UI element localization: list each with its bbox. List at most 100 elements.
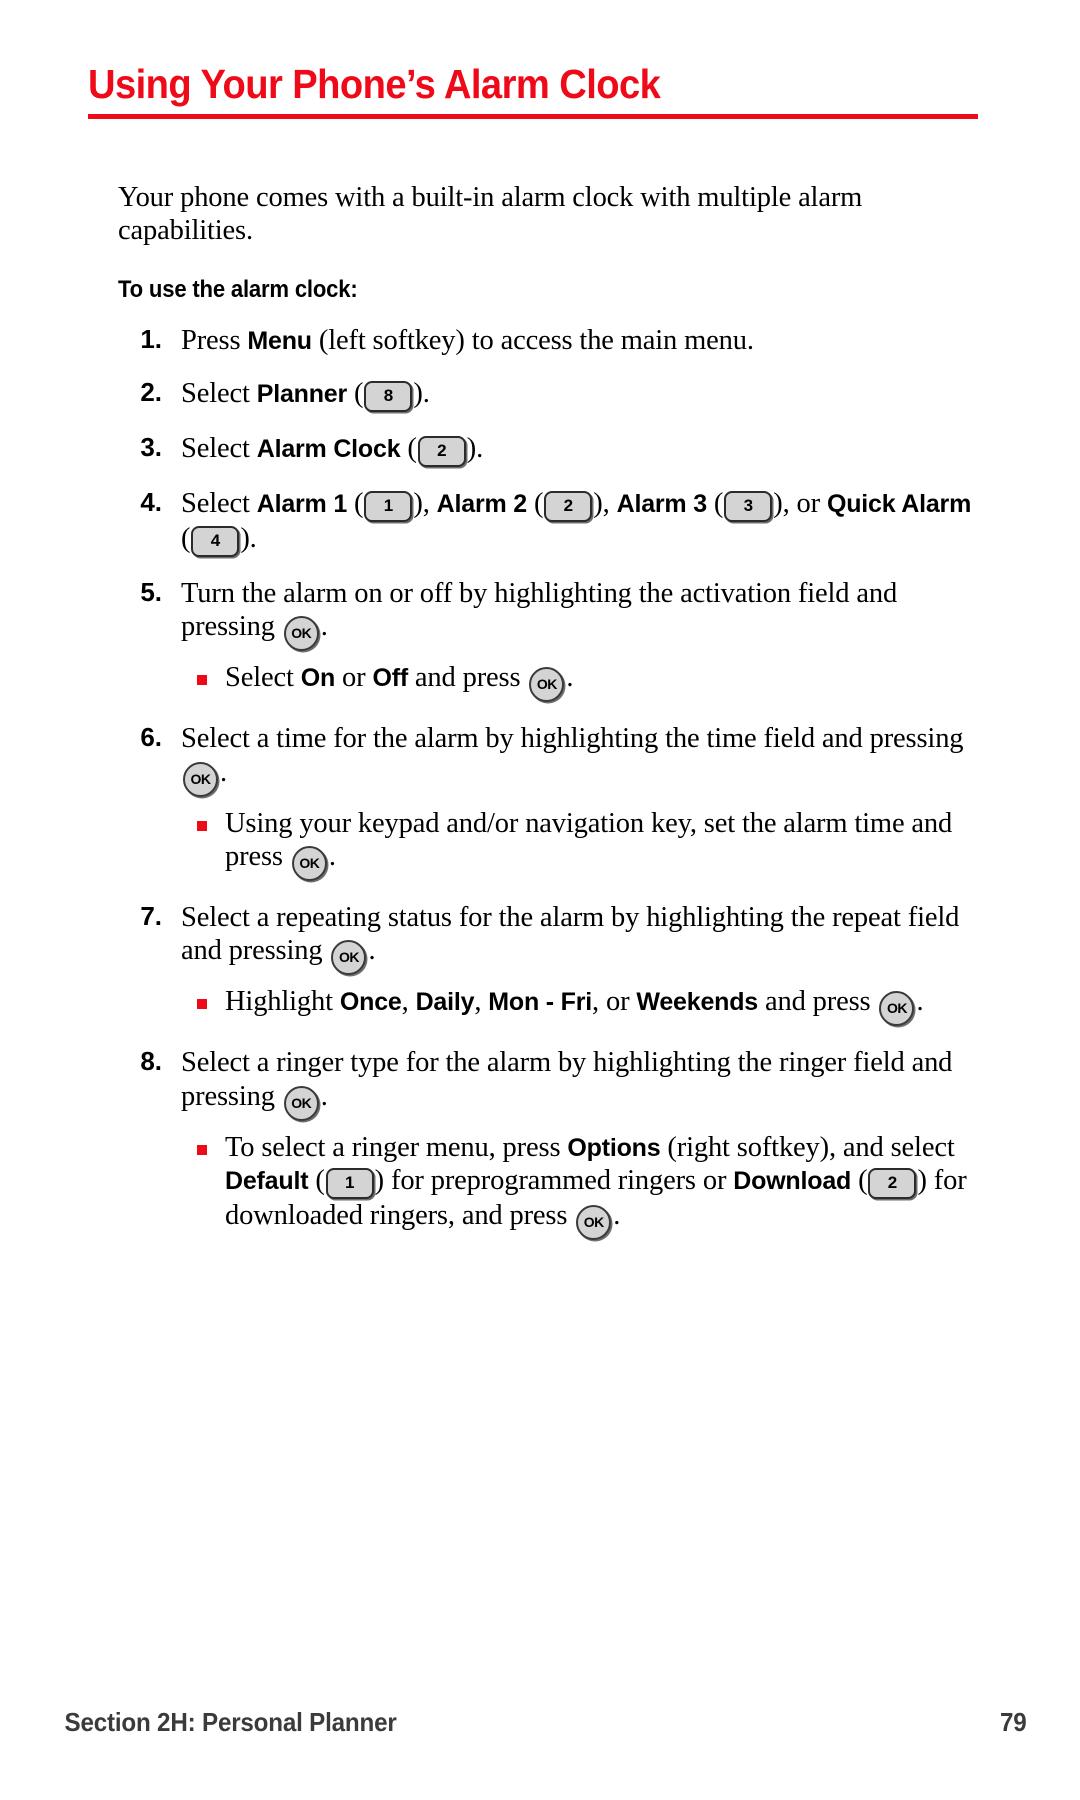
sub-text-segment: . (566, 662, 574, 694)
step-text-segment: ), (593, 488, 617, 520)
ok-key-icon: OK (183, 761, 218, 797)
sub-bullet-text: Select On or Off and press OK. (225, 662, 574, 703)
step-number: 4. (140, 487, 162, 518)
step-number: 3. (140, 432, 162, 463)
step-item: 4. Select Alarm 1 (1), Alarm 2 (2), Alar… (118, 487, 978, 558)
sub-text-segment: Select (225, 662, 301, 694)
keyword-alarm-2: Alarm 2 (436, 490, 528, 519)
sub-text-segment: ) for preprogrammed ringers or (374, 1165, 734, 1197)
step-text-segment: . (320, 1080, 328, 1112)
manual-page: Using Your Phone’s Alarm Clock Your phon… (0, 0, 1080, 1800)
keyword-mon-fri: Mon - Fri (488, 988, 593, 1017)
keyword-quick-alarm: Quick Alarm (826, 490, 972, 519)
step-text: Select a ringer type for the alarm by hi… (181, 1047, 952, 1121)
keyword-options: Options (567, 1133, 661, 1162)
step-text-segment: Select a time for the alarm by highlight… (181, 723, 964, 755)
step-text-segment: ). (240, 523, 257, 555)
step-text-segment: . (220, 756, 227, 788)
step-item: 7. Select a repeating status for the ala… (118, 901, 978, 1027)
page-title: Using Your Phone’s Alarm Clock (88, 61, 661, 107)
step-text-segment: Select (181, 433, 257, 465)
square-bullet-icon (197, 999, 207, 1010)
sub-text-segment: (right softkey), and select (660, 1131, 955, 1163)
step-item: 2. Select Planner (8). (118, 377, 978, 413)
step-text-segment: ( (526, 488, 544, 520)
keyword-planner: Planner (256, 380, 348, 409)
step-text: Turn the alarm on or off by highlighting… (181, 578, 897, 652)
step-text-segment: ). (466, 433, 484, 465)
title-block: Using Your Phone’s Alarm Clock (88, 61, 978, 120)
ok-key-icon: OK (283, 1085, 319, 1121)
title-underline-rule (88, 114, 978, 120)
step-text-segment: . (320, 611, 328, 643)
keyword-menu: Menu (247, 326, 312, 355)
sub-text-segment: . (613, 1200, 621, 1232)
footer-section-label: Section 2H: Personal Planner (64, 1707, 397, 1737)
sub-text-segment: , (474, 986, 489, 1018)
sub-text-segment: ( (851, 1165, 868, 1197)
keypad-key-icon: 4 (191, 526, 240, 558)
sub-text-segment: To select a ringer menu, press (225, 1131, 568, 1163)
step-text-segment: Press (181, 324, 248, 356)
square-bullet-icon (197, 1144, 207, 1155)
sub-bullet-item: To select a ringer menu, press Options (… (181, 1131, 978, 1241)
step-number: 6. (140, 722, 162, 753)
keypad-key-icon: 3 (724, 491, 773, 523)
step-text-segment: ). (413, 378, 430, 410)
sub-bullet-list: Select On or Off and press OK. (181, 661, 978, 703)
step-number: 8. (140, 1046, 162, 1077)
step-text-segment: ), or (773, 488, 827, 520)
step-item: 5. Turn the alarm on or off by highlight… (118, 577, 978, 703)
step-text: Select Planner (8). (181, 378, 430, 413)
keyword-alarm-clock: Alarm Clock (256, 435, 401, 464)
keyword-default: Default (225, 1167, 309, 1196)
keypad-key-icon: 2 (868, 1168, 917, 1200)
keyword-daily: Daily (415, 988, 475, 1017)
sub-text-segment: , or (592, 986, 637, 1018)
step-number: 2. (140, 377, 162, 408)
sub-bullet-list: To select a ringer menu, press Options (… (181, 1131, 978, 1241)
sub-text-segment: or (335, 662, 373, 694)
steps-list: 1. Press Menu (left softkey) to access t… (118, 323, 978, 1241)
step-text: Select Alarm 1 (1), Alarm 2 (2), Alarm 3… (181, 488, 972, 558)
step-item: 8. Select a ringer type for the alarm by… (118, 1046, 978, 1241)
keyword-off: Off (372, 664, 408, 693)
keypad-key-icon: 2 (544, 491, 593, 523)
step-text-segment: (left softkey) to access the main menu. (311, 324, 754, 356)
sub-text-segment: and press (758, 986, 878, 1018)
step-text: Select Alarm Clock (2). (181, 433, 484, 468)
footer-page-number: 79 (1000, 1707, 1028, 1737)
step-text-segment: ( (706, 488, 724, 520)
sub-bullet-text: Using your keypad and/or navigation key,… (225, 808, 952, 882)
keypad-key-icon: 1 (325, 1168, 374, 1200)
step-text-segment: ( (181, 523, 191, 555)
ok-key-icon: OK (879, 991, 915, 1027)
keypad-key-icon: 2 (417, 436, 466, 468)
step-text-segment: ( (400, 433, 417, 465)
sub-text-segment: Highlight (225, 986, 340, 1018)
ok-key-icon: OK (331, 940, 367, 976)
step-number: 1. (140, 323, 162, 354)
ok-key-icon: OK (529, 667, 565, 703)
step-text-segment: Select a repeating status for the alarm … (181, 902, 960, 967)
sub-text-segment: . (328, 841, 336, 873)
step-item: 3. Select Alarm Clock (2). (118, 432, 978, 468)
keyword-download: Download (733, 1167, 852, 1196)
keyword-alarm-1: Alarm 1 (256, 490, 348, 519)
step-number: 5. (140, 577, 162, 608)
keyword-on: On (300, 664, 336, 693)
sub-bullet-list: Highlight Once, Daily, Mon - Fri, or Wee… (181, 985, 978, 1027)
step-text: Select a repeating status for the alarm … (181, 902, 960, 976)
sub-bullet-item: Highlight Once, Daily, Mon - Fri, or Wee… (181, 985, 978, 1027)
step-text-segment: . (368, 935, 376, 967)
page-content: Your phone comes with a built-in alarm c… (118, 152, 978, 1241)
sub-bullet-item: Select On or Off and press OK. (181, 661, 978, 703)
ok-key-icon: OK (283, 616, 319, 652)
ok-key-icon: OK (576, 1205, 612, 1241)
step-text: Press Menu (left softkey) to access the … (181, 325, 754, 356)
step-text: Select a time for the alarm by highlight… (181, 723, 964, 797)
sub-text-segment: , (401, 986, 416, 1018)
step-text-segment: ( (347, 488, 364, 520)
section-subheading: To use the alarm clock: (118, 275, 358, 303)
keypad-key-icon: 1 (364, 491, 413, 523)
